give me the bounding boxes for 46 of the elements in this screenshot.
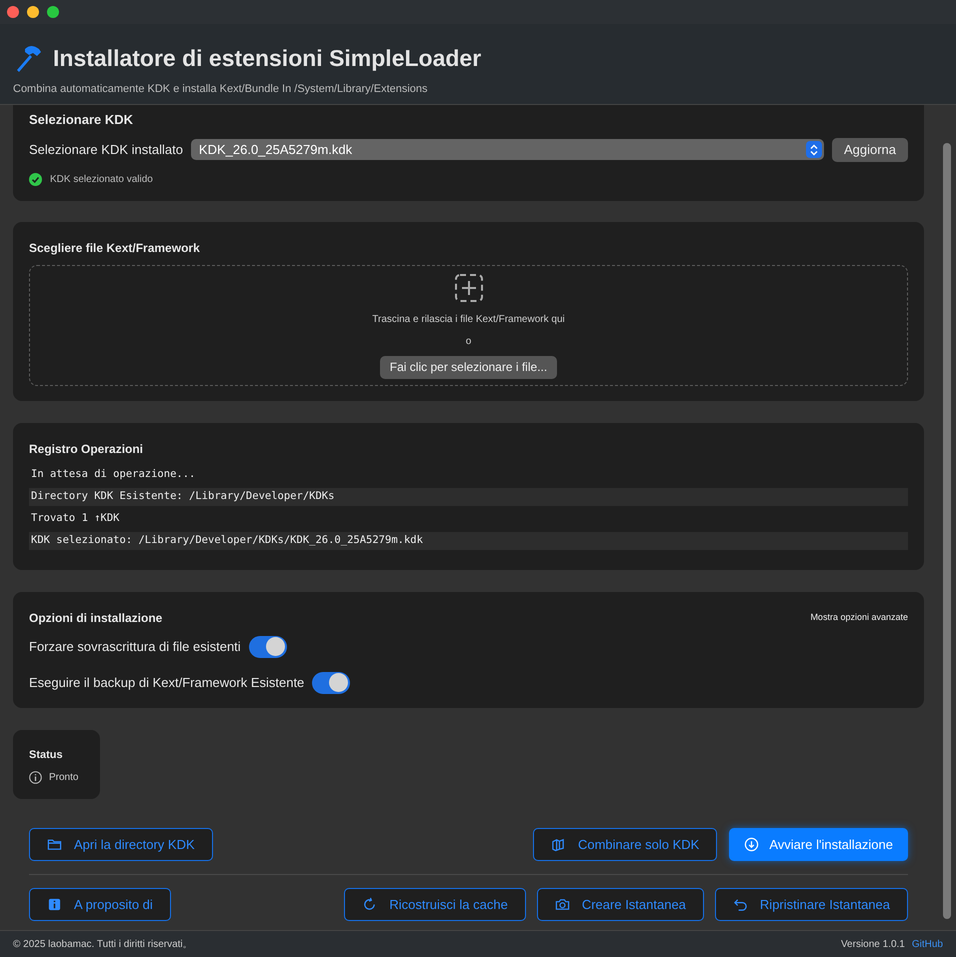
section-title: Status bbox=[29, 748, 64, 762]
add-icon bbox=[454, 272, 484, 302]
refresh-icon bbox=[362, 897, 378, 912]
toggle-switch[interactable] bbox=[248, 636, 287, 658]
copyright-text: © 2025 laobamac. Tutti i diritti riservati。 bbox=[13, 938, 193, 952]
status-text: Pronto bbox=[49, 771, 78, 785]
section-title: Opzioni di installazione bbox=[29, 610, 162, 626]
drop-zone[interactable]: Trascina e rilascia i file Kext/Framework qui o Fai clic per selezionare i file... bbox=[29, 264, 908, 386]
download-icon bbox=[744, 837, 760, 852]
close-window-icon[interactable] bbox=[7, 6, 19, 18]
kdk-dropdown[interactable]: KDK_26.0_25A5279m.kdk bbox=[190, 139, 824, 160]
log-line: In attesa di operazione... bbox=[30, 466, 196, 482]
minimize-window-icon[interactable] bbox=[27, 6, 39, 18]
action-button[interactable]: Ripristinare Istantanea bbox=[714, 888, 908, 921]
choose-files-button[interactable]: Fai clic per selezionare i file... bbox=[380, 356, 558, 378]
action-button[interactable]: Avviare l'installazione bbox=[729, 828, 908, 861]
log-line: Trovato 1 ↑KDK bbox=[30, 510, 121, 526]
refresh-button[interactable]: Aggiorna bbox=[832, 138, 908, 162]
action-button[interactable]: A proposito di bbox=[29, 888, 171, 921]
info-icon bbox=[47, 897, 62, 912]
zoom-window-icon[interactable] bbox=[47, 6, 59, 18]
toggle-switch[interactable] bbox=[312, 672, 350, 694]
info-icon bbox=[29, 771, 42, 784]
separator-text: o bbox=[466, 334, 472, 348]
drop-hint: Trascina e rilascia i file Kext/Framework qui bbox=[372, 312, 565, 326]
action-button[interactable]: Ricostruisci la cache bbox=[344, 888, 526, 921]
undo-icon bbox=[732, 897, 748, 912]
section-title: Registro Operazioni bbox=[29, 440, 144, 458]
scrollbar-thumb[interactable] bbox=[942, 143, 950, 919]
subtitle: Combina automaticamente KDK e installa Kext/Bundle In /System/Library/Extensions bbox=[13, 82, 429, 96]
option-label: Eseguire il backup di Kext/Framework Esistente bbox=[29, 674, 304, 692]
version-text: Versione 1.0.1 bbox=[840, 938, 905, 952]
validation-message: KDK selezionato valido bbox=[50, 172, 153, 186]
advanced-options-link[interactable]: Mostra opzioni avanzate bbox=[810, 610, 908, 624]
github-link[interactable]: GitHub bbox=[912, 936, 943, 952]
chevron-icon bbox=[806, 141, 822, 158]
window-title: Installatore di estensioni SimpleLoader bbox=[53, 44, 482, 73]
section-title: Scegliere file Kext/Framework bbox=[29, 240, 201, 256]
option-label: Forzare sovrascrittura di file esistenti bbox=[29, 638, 241, 656]
camera-icon bbox=[554, 897, 570, 912]
action-button[interactable]: Combinare solo KDK bbox=[532, 828, 718, 861]
section-title: Selezionare KDK bbox=[29, 111, 134, 129]
action-button[interactable]: Apri la directory KDK bbox=[29, 828, 213, 861]
action-button[interactable]: Creare Istantanea bbox=[536, 888, 704, 921]
folder-icon bbox=[47, 837, 62, 852]
field-label: Selezionare KDK installato bbox=[29, 140, 183, 159]
